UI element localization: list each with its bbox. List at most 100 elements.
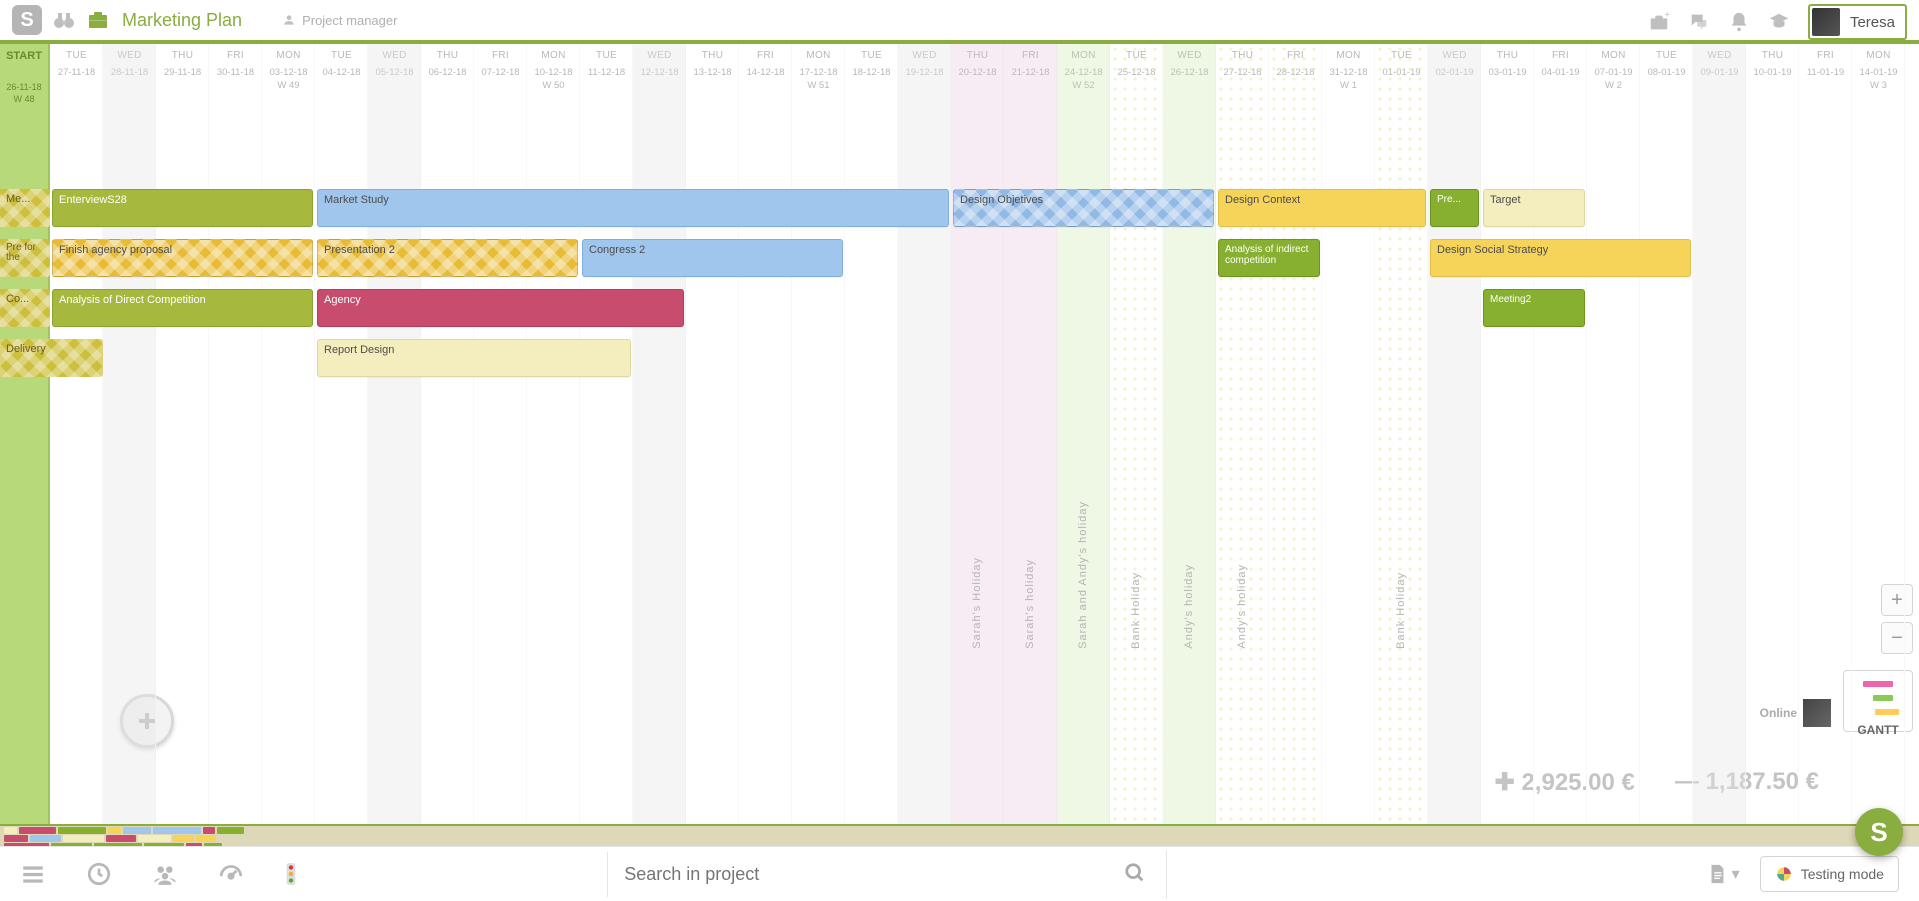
task-bar[interactable]: Presentation 2 [317, 239, 578, 277]
day-header: TUE27-11-18 [50, 44, 103, 98]
holiday-label: Bank Holiday [1395, 572, 1407, 649]
day-column [739, 44, 792, 824]
day-column [580, 44, 633, 824]
task-bar[interactable]: Target [1483, 189, 1585, 227]
task-stub[interactable]: Me... [0, 189, 50, 227]
task-bar[interactable]: Congress 2 [582, 239, 843, 277]
minimap-bar [108, 827, 120, 834]
minimap-bar [123, 827, 151, 834]
day-column [1852, 44, 1905, 824]
task-bar[interactable]: Pre... [1430, 189, 1479, 227]
holiday-label: Andy's holiday [1183, 564, 1195, 649]
project-manager-label[interactable]: Project manager [282, 13, 397, 28]
day-column [1587, 44, 1640, 824]
holiday-label: Sarah and Andy's holiday [1077, 501, 1089, 649]
day-column [686, 44, 739, 824]
app-header: S Marketing Plan Project manager + Teres… [0, 0, 1919, 40]
search-input[interactable] [607, 852, 1104, 897]
day-header: MON17-12-18W 51 [792, 44, 845, 98]
shade-column [1375, 44, 1428, 824]
day-column [527, 44, 580, 824]
clock-icon[interactable] [86, 861, 112, 887]
app-logo[interactable]: S [12, 5, 42, 35]
day-header: FRI30-11-18 [209, 44, 262, 98]
task-bar[interactable]: Design Social Strategy [1430, 239, 1691, 277]
day-header: MON03-12-18W 49 [262, 44, 315, 98]
minimap-bar [173, 835, 194, 842]
testing-mode-button[interactable]: Testing mode [1760, 856, 1899, 892]
task-bar[interactable]: Design Objetives [953, 189, 1214, 227]
search-wrap [607, 850, 1167, 899]
user-name: Teresa [1850, 14, 1895, 31]
day-header: THU03-01-19 [1481, 44, 1534, 98]
minimap-bar [4, 827, 17, 834]
task-bar[interactable]: Report Design [317, 339, 631, 377]
task-bar[interactable]: Design Context [1218, 189, 1426, 227]
shade-column [368, 44, 421, 824]
team-icon[interactable] [152, 861, 178, 887]
minimap-bar [4, 835, 28, 842]
traffic-light-icon[interactable] [284, 861, 298, 887]
project-title[interactable]: Marketing Plan [122, 10, 242, 31]
day-column [1905, 44, 1919, 824]
holiday-label: Sarah's holiday [1024, 559, 1036, 649]
task-bar[interactable]: Meeting2 [1483, 289, 1585, 327]
day-column [792, 44, 845, 824]
dashboard-icon[interactable] [218, 861, 244, 887]
day-header: MON10-12-18W 50 [527, 44, 580, 98]
shade-column [898, 44, 951, 824]
day-header: TUE08-01-19 [1640, 44, 1693, 98]
minimap-bar [63, 835, 104, 842]
minimap-bar [30, 835, 60, 842]
task-bar[interactable]: Finish agency proposal [52, 239, 313, 277]
timeline[interactable]: START 26-11-18 W 48 + − GANTT Online ✚ 2… [0, 44, 1919, 824]
day-column [156, 44, 209, 824]
task-bar[interactable]: Analysis of indirect competition [1218, 239, 1320, 277]
day-column [1746, 44, 1799, 824]
day-header: TUE11-12-18 [580, 44, 633, 98]
search-button[interactable] [1104, 850, 1167, 899]
person-icon [282, 13, 296, 27]
fab-button[interactable]: S [1855, 808, 1903, 856]
task-bar[interactable]: Agency [317, 289, 684, 327]
shade-column [1110, 44, 1163, 824]
task-bar[interactable]: Analysis of Direct Competition [52, 289, 313, 327]
day-column [262, 44, 315, 824]
shade-column [633, 44, 686, 824]
task-bar[interactable]: Market Study [317, 189, 949, 227]
minimap-bar [203, 827, 215, 834]
task-stub[interactable]: Pre for the [0, 239, 50, 277]
briefcase-icon[interactable] [86, 8, 110, 32]
graduation-icon[interactable] [1768, 11, 1790, 33]
day-column [1481, 44, 1534, 824]
day-header: THU06-12-18 [421, 44, 474, 98]
day-column [50, 44, 103, 824]
pie-icon [1775, 865, 1793, 883]
holiday-label: Sarah's Holiday [971, 557, 983, 649]
holiday-label: Bank Holiday [1130, 572, 1142, 649]
minimap-bar [106, 835, 136, 842]
minimap-bar [138, 835, 171, 842]
bell-icon[interactable] [1728, 11, 1750, 33]
minimap-bar [153, 827, 201, 834]
day-header: THU29-11-18 [156, 44, 209, 98]
task-bar[interactable]: EnterviewS28 [52, 189, 313, 227]
list-icon[interactable] [20, 861, 46, 887]
svg-text:+: + [1664, 11, 1669, 19]
task-stub[interactable]: Co... [0, 289, 50, 327]
day-column [1534, 44, 1587, 824]
shade-column [1693, 44, 1746, 824]
document-menu[interactable]: ▾ [1706, 861, 1740, 887]
day-header: MON07-01-19W 2 [1587, 44, 1640, 98]
user-menu[interactable]: Teresa [1808, 4, 1907, 40]
chat-icon[interactable] [1688, 11, 1710, 33]
day-column [421, 44, 474, 824]
task-stub[interactable]: Delivery [0, 339, 103, 377]
day-header: FRI11-01-19 [1799, 44, 1852, 98]
shade-column [1163, 44, 1216, 824]
binoculars-icon[interactable] [52, 8, 76, 32]
day-header: MON31-12-18W 1 [1322, 44, 1375, 98]
day-column [1640, 44, 1693, 824]
day-column [1322, 44, 1375, 824]
add-briefcase-icon[interactable]: + [1648, 11, 1670, 33]
